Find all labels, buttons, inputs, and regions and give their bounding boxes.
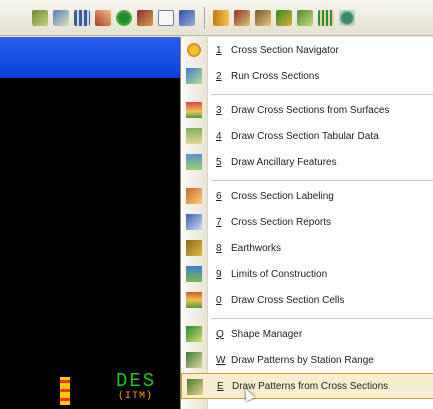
- menu-item-draw-cross-sections-from-surfaces[interactable]: 3 Draw Cross Sections from Surfaces: [181, 97, 433, 123]
- menu-separator: [211, 318, 433, 319]
- menu-item-key: 1: [216, 44, 222, 56]
- patterns-xs-icon: [187, 379, 203, 395]
- cad-text: DES: [116, 370, 157, 392]
- cube-icon[interactable]: [179, 9, 195, 26]
- menu-item-label: Cross Section Navigator: [231, 44, 339, 56]
- grid-icon[interactable]: [74, 9, 90, 26]
- navigator-icon: [186, 42, 202, 58]
- menu-item-label: Draw Patterns by Station Range: [231, 354, 374, 366]
- menu-item-cross-section-labeling[interactable]: 6 Cross Section Labeling: [181, 183, 433, 209]
- patterns-range-icon: [186, 352, 202, 368]
- graph-icon[interactable]: [297, 9, 313, 26]
- menu-item-key: 5: [216, 156, 222, 168]
- menu-item-label: Earthworks: [231, 242, 282, 254]
- stamp-icon[interactable]: [255, 9, 271, 26]
- arrow-icon[interactable]: [95, 9, 111, 26]
- menu-item-label: Run Cross Sections: [231, 70, 320, 82]
- text-icon[interactable]: [234, 9, 250, 26]
- earthworks-icon: [186, 240, 202, 256]
- menu-item-key: E: [217, 380, 224, 392]
- toolbar-separator: [204, 6, 205, 29]
- menu-item-label: Draw Cross Sections from Surfaces: [231, 104, 390, 116]
- cad-marker-graphic: [60, 377, 70, 405]
- menu-item-limits-of-construction[interactable]: 9 Limits of Construction: [181, 261, 433, 287]
- menu-item-cross-section-reports[interactable]: 7 Cross Section Reports: [181, 209, 433, 235]
- menu-item-draw-ancillary-features[interactable]: 5 Draw Ancillary Features: [181, 149, 433, 175]
- menu-item-key: Q: [216, 328, 224, 340]
- menu-item-key: 2: [216, 70, 222, 82]
- menu-item-key: W: [216, 354, 226, 366]
- reports-icon: [186, 214, 202, 230]
- menu-item-cross-section-navigator[interactable]: 1 Cross Section Navigator: [181, 37, 433, 63]
- menu-item-key: 7: [216, 216, 222, 228]
- document-icon[interactable]: [158, 9, 174, 26]
- labeling-icon: [186, 188, 202, 204]
- menu-item-shape-manager[interactable]: Q Shape Manager: [181, 321, 433, 347]
- menu-item-key: 9: [216, 268, 222, 280]
- gear-icon[interactable]: [339, 9, 355, 26]
- menu-item-draw-patterns-from-cross-sections[interactable]: E Draw Patterns from Cross Sections: [181, 373, 433, 399]
- tree-icon[interactable]: [116, 9, 132, 26]
- menu-item-label: Shape Manager: [231, 328, 303, 340]
- menu-separator: [211, 180, 433, 181]
- menu-item-label: Draw Cross Section Cells: [231, 294, 345, 306]
- menu-item-label: Cross Section Labeling: [231, 190, 334, 202]
- chart-icon[interactable]: [318, 9, 334, 26]
- shape-icon: [186, 326, 202, 342]
- tabular-icon: [186, 128, 202, 144]
- cross-section-menu: 1 Cross Section Navigator 2 Run Cross Se…: [180, 37, 433, 409]
- limits-icon: [186, 266, 202, 282]
- menu-item-label: Draw Cross Section Tabular Data: [231, 130, 379, 142]
- menu-item-label: Draw Patterns from Cross Sections: [232, 380, 389, 392]
- book-icon[interactable]: [213, 9, 229, 26]
- menu-item-label: Cross Section Reports: [231, 216, 332, 228]
- menu-item-label: Draw Ancillary Features: [231, 156, 337, 168]
- viewport-title-bar: [0, 37, 180, 78]
- menu-item-draw-cross-section-tabular-data[interactable]: 4 Draw Cross Section Tabular Data: [181, 123, 433, 149]
- menu-separator: [211, 94, 433, 95]
- menu-item-earthworks[interactable]: 8 Earthworks: [181, 235, 433, 261]
- run-icon: [186, 68, 202, 84]
- menu-item-key: 8: [216, 242, 222, 254]
- menu-item-key: 4: [216, 130, 222, 142]
- menu-item-key: 3: [216, 104, 222, 116]
- cad-viewport[interactable]: DES (ITM): [0, 37, 180, 409]
- menu-item-key: 6: [216, 190, 222, 202]
- cad-subtext: (ITM): [118, 391, 154, 402]
- pencil-icon[interactable]: [53, 9, 69, 26]
- brush-icon[interactable]: [137, 9, 153, 26]
- menu-item-label: Limits of Construction: [231, 268, 328, 280]
- wave-icon[interactable]: [32, 9, 48, 26]
- stairs-icon[interactable]: [276, 9, 292, 26]
- menu-item-draw-cross-section-cells[interactable]: 0 Draw Cross Section Cells: [181, 287, 433, 313]
- cells-icon: [186, 292, 202, 308]
- menu-item-draw-patterns-by-station-range[interactable]: W Draw Patterns by Station Range: [181, 347, 433, 373]
- menu-item-run-cross-sections[interactable]: 2 Run Cross Sections: [181, 63, 433, 89]
- ancillary-icon: [186, 154, 202, 170]
- surface-icon: [186, 102, 202, 118]
- menu-item-key: 0: [216, 294, 222, 306]
- toolbar: [0, 0, 433, 36]
